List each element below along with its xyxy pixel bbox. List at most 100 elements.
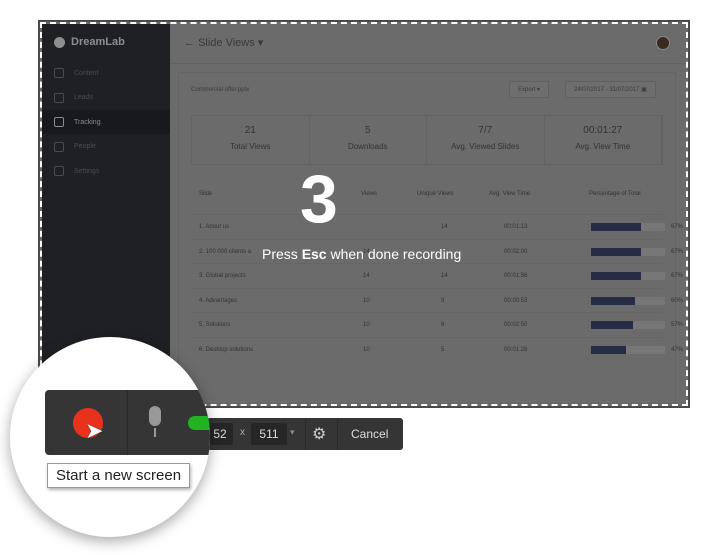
stat-label: Avg. View Time — [575, 142, 631, 151]
table-row[interactable]: 3. Global projects 14 14 00:01:56 67% — [191, 263, 683, 287]
avg-view-time: 00:01:56 — [504, 273, 528, 279]
column-header[interactable]: Avg. View Time — [489, 191, 530, 197]
views: 10 — [363, 322, 370, 328]
date-range: 24/07/2017 - 31/07/2017 — [574, 87, 640, 93]
percentage-bar-fill — [591, 321, 634, 329]
sidebar-item-people[interactable]: People — [42, 135, 170, 159]
page-title[interactable]: ← Slide Views ▾ — [184, 36, 263, 49]
top-bar: ← Slide Views ▾ — [170, 24, 686, 64]
avg-view-time: 00:02:00 — [504, 248, 528, 255]
microphone-toggle[interactable] — [188, 416, 210, 430]
percentage-bar-fill — [591, 272, 641, 280]
date-range-picker[interactable]: 24/07/2017 - 31/07/2017 ▣ — [565, 81, 656, 98]
calendar-icon: ▣ — [641, 87, 647, 93]
recorder-toolbar: 52 x 511 ▾ ⚙ Cancel — [207, 418, 403, 450]
export-label: Export — [518, 87, 536, 93]
percentage: 57% — [671, 322, 684, 328]
times-label: x — [240, 427, 245, 438]
sidebar-item-label: Leads — [74, 94, 94, 101]
file-icon — [54, 68, 64, 78]
views: 10 — [363, 346, 370, 353]
sidebar-item-leads[interactable]: Leads — [42, 86, 170, 110]
slide-name: 5. Solutions — [199, 322, 231, 328]
column-header[interactable]: Views — [361, 191, 377, 197]
column-header[interactable]: Percentage of Total — [589, 191, 641, 197]
divider — [127, 390, 128, 455]
percentage-bar-fill — [591, 345, 626, 354]
avg-view-time: 00:01:13 — [504, 224, 528, 230]
cursor-icon: ➤ — [85, 418, 104, 443]
stat-card: 00:01:27 Avg. View Time — [545, 116, 662, 164]
stat-label: Avg. Viewed Slides — [451, 142, 520, 151]
cancel-button[interactable]: Cancel — [351, 427, 388, 441]
sidebar-item-settings[interactable]: Settings — [42, 159, 170, 183]
people-icon — [54, 141, 64, 152]
percentage-bar-fill — [591, 223, 641, 231]
tooltip: Start a new screen — [47, 463, 191, 488]
stat-label: Total Views — [230, 142, 271, 151]
avg-view-time: 00:01:28 — [504, 346, 528, 353]
slide-name: 6. Desktop solutions — [199, 346, 254, 353]
stat-card: 7/7 Avg. Viewed Slides — [427, 116, 545, 164]
stat-value: 00:01:27 — [583, 125, 623, 136]
size-dropdown-icon[interactable]: ▾ — [290, 427, 295, 438]
stat-value: 21 — [244, 125, 256, 136]
avg-view-time: 00:02:50 — [504, 322, 528, 328]
divider — [305, 418, 306, 450]
unique-views: 9 — [441, 297, 445, 304]
stat-value: 5 — [364, 125, 371, 136]
chart-icon — [54, 117, 64, 127]
zoomed-toolbar: ➤ — [45, 390, 210, 455]
percentage-bar — [591, 345, 665, 354]
slide-name: 3. Global projects — [199, 273, 246, 279]
height-input[interactable]: 511 — [251, 423, 287, 445]
table-row[interactable]: 4. Advantages 10 9 00:00:53 60% — [191, 287, 683, 312]
unique-views: 6 — [441, 322, 445, 328]
views: 10 — [363, 297, 370, 304]
percentage-bar — [591, 223, 665, 231]
table-row[interactable]: 5. Solutions 10 6 00:02:50 57% — [191, 312, 683, 336]
stat-card: 21 Total Views — [192, 116, 310, 164]
stat-label: Downloads — [347, 142, 388, 151]
esc-key: Esc — [301, 246, 327, 262]
esc-hint: Press Esc when done recording — [262, 246, 461, 262]
percentage-bar — [591, 321, 665, 329]
column-header[interactable]: Unique Views — [417, 191, 454, 197]
countdown: 3 — [300, 161, 338, 237]
width-input[interactable]: 52 — [207, 423, 233, 445]
sidebar-item-content[interactable]: Content — [42, 61, 170, 85]
slide-name: 2. 100 000 clients a — [199, 248, 252, 255]
avg-view-time: 00:00:53 — [504, 297, 528, 304]
percentage: 60% — [671, 297, 684, 304]
slide-name: 4. Advantages — [199, 297, 238, 304]
slide-name: 1. About us — [199, 224, 230, 230]
percentage-bar — [591, 296, 665, 305]
percentage-bar — [591, 247, 665, 256]
sidebar-item-tracking[interactable]: Tracking — [42, 110, 170, 134]
unique-views: 14 — [441, 224, 448, 230]
hint-text: Press — [262, 246, 302, 262]
views: 14 — [363, 273, 370, 279]
main: ← Slide Views ▾ Commercial offer.pptx Ex… — [170, 24, 686, 404]
content-card: Commercial offer.pptx Export ▾ 24/07/201… — [178, 72, 683, 404]
export-button[interactable]: Export ▾ — [509, 81, 550, 98]
sidebar-item-label: People — [74, 143, 96, 150]
gear-icon[interactable]: ⚙ — [312, 424, 326, 444]
percentage-bar-fill — [591, 296, 636, 305]
magnifier: ➤ Start a new screen — [10, 337, 210, 537]
file-name: Commercial offer.pptx — [191, 87, 250, 93]
microphone-stand — [154, 428, 156, 437]
column-header[interactable]: Slide — [199, 191, 212, 197]
table-row[interactable]: 6. Desktop solutions 10 5 00:01:28 47% — [191, 336, 683, 361]
divider — [337, 418, 338, 450]
logo-icon — [54, 36, 65, 48]
avatar[interactable] — [656, 36, 670, 50]
percentage: 47% — [671, 346, 684, 353]
percentage: 67% — [671, 273, 684, 279]
hint-text-rest: when done recording — [326, 246, 462, 262]
percentage: 67% — [671, 248, 684, 255]
gear-icon — [54, 166, 64, 176]
microphone-icon[interactable] — [149, 406, 161, 426]
page-title-text: Slide Views — [198, 37, 255, 49]
table-row[interactable]: 1. About us 14 00:01:13 67% — [191, 214, 683, 238]
